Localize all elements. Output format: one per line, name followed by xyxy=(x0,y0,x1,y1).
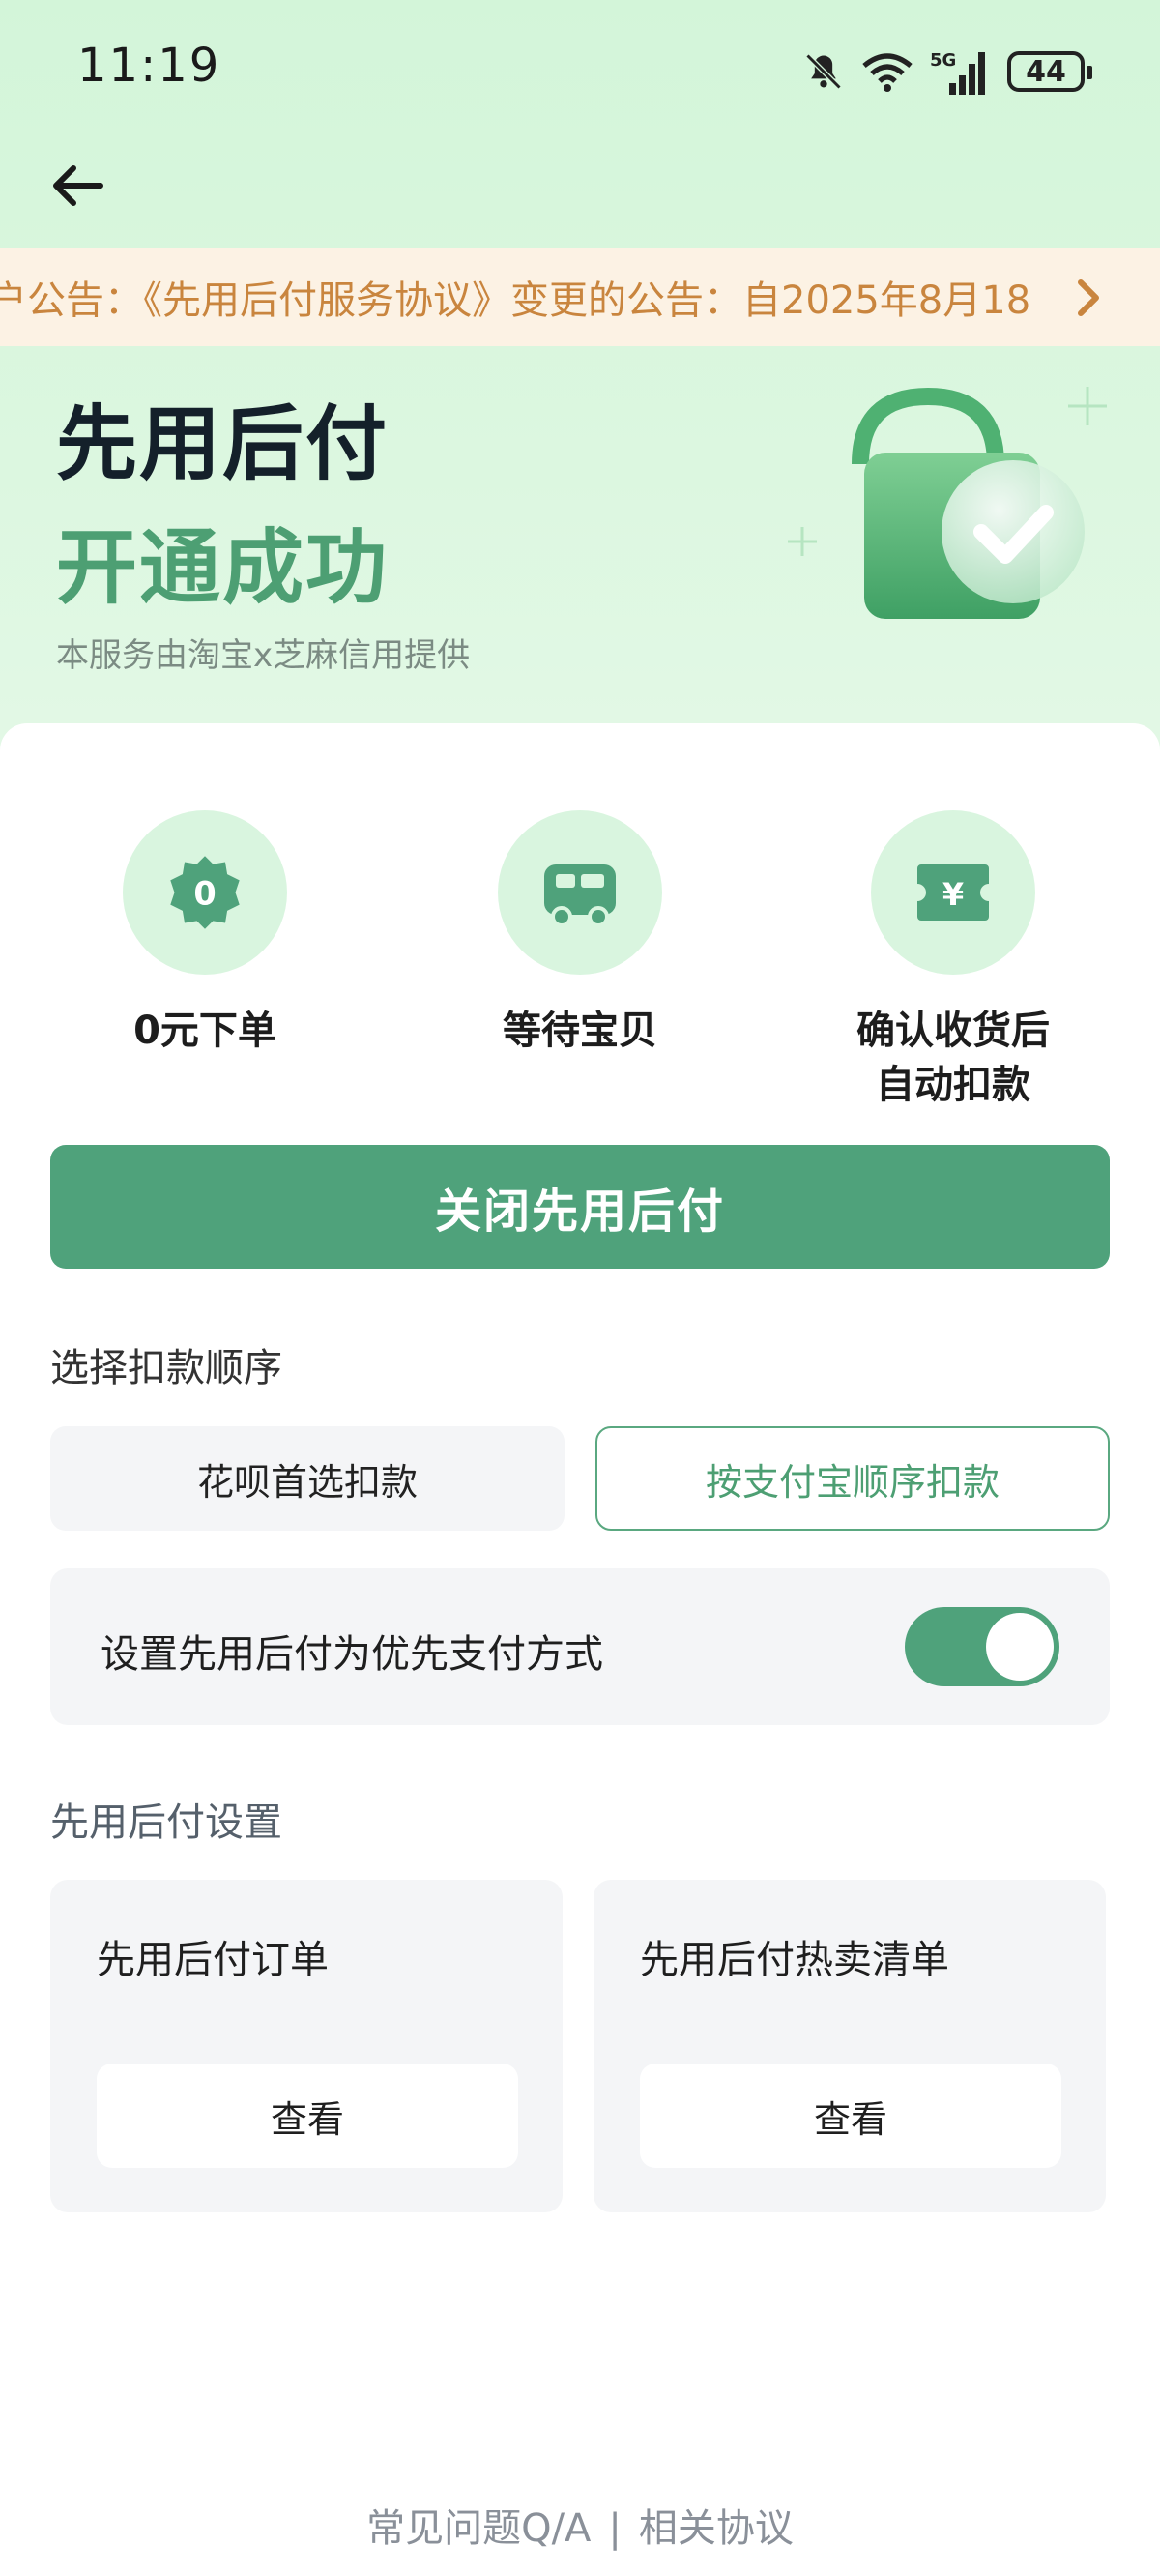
arrow-left-icon xyxy=(53,165,103,206)
feature-icon-circle xyxy=(498,810,662,975)
svg-text:0: 0 xyxy=(193,875,216,913)
chevron-right-icon xyxy=(1078,279,1099,316)
agreement-link[interactable]: 相关协议 xyxy=(639,2506,794,2551)
status-time: 11:19 xyxy=(77,39,221,93)
provider-note: 本服务由淘宝x芝麻信用提供 xyxy=(56,636,471,675)
truck-icon xyxy=(544,864,616,927)
tile-title: 先用后付订单 xyxy=(97,1938,329,1982)
shopping-bag-check-icon xyxy=(788,387,1107,619)
orders-tile: 先用后付订单 查看 xyxy=(50,1880,563,2212)
feature-auto-deduct: ¥ 确认收货后 自动扣款 xyxy=(827,810,1079,1112)
feature-icon-circle: 0 xyxy=(123,810,287,975)
huabei-first-option[interactable]: 花呗首选扣款 xyxy=(50,1426,565,1531)
feature-zero-order: 0 0元下单 xyxy=(79,810,331,1058)
tile-title: 先用后付热卖清单 xyxy=(640,1938,949,1982)
status-bar: 11:19 5G 44 xyxy=(0,0,1160,135)
battery-level: 44 xyxy=(1026,54,1066,89)
alipay-order-option[interactable]: 按支付宝顺序扣款 xyxy=(595,1426,1110,1531)
close-service-button[interactable]: 关闭先用后付 xyxy=(50,1145,1110,1269)
footer-links: 常见问题Q/A | 相关协议 xyxy=(0,2497,1160,2553)
preferred-payment-toggle[interactable] xyxy=(905,1607,1059,1686)
feature-icon-circle: ¥ xyxy=(871,810,1035,975)
preferred-payment-label: 设置先用后付为优先支付方式 xyxy=(101,1632,603,1677)
toggle-knob xyxy=(986,1613,1054,1681)
back-button[interactable] xyxy=(46,155,108,217)
signal-5g-icon: 5G xyxy=(930,50,985,95)
announcement-text: 户公告：《先用后付服务协议》变更的公告：自2025年8月18 xyxy=(0,278,1031,323)
success-heading: 开通成功 xyxy=(56,520,390,615)
deduction-order-label: 选择扣款顺序 xyxy=(50,1346,282,1390)
wifi-icon xyxy=(862,53,913,92)
status-icons: 5G 44 xyxy=(802,43,1092,101)
yen-ticket-icon: ¥ xyxy=(917,864,989,921)
feature-label: 确认收货后 自动扣款 xyxy=(856,1009,1050,1107)
announcement-banner[interactable]: 户公告：《先用后付服务协议》变更的公告：自2025年8月18 xyxy=(0,248,1160,346)
faq-link[interactable]: 常见问题Q/A xyxy=(366,2506,591,2551)
feature-wait-item: 等待宝贝 xyxy=(454,810,706,1058)
mute-bell-icon xyxy=(805,53,842,90)
page-title: 先用后付 xyxy=(56,396,390,491)
feature-label: 等待宝贝 xyxy=(503,1009,657,1053)
view-hot-list-button[interactable]: 查看 xyxy=(640,2064,1061,2168)
svg-text:5G: 5G xyxy=(930,50,956,71)
footer-separator: | xyxy=(608,2506,622,2551)
feature-label: 0元下单 xyxy=(133,1009,276,1053)
hot-list-tile: 先用后付热卖清单 查看 xyxy=(594,1880,1106,2212)
settings-section-label: 先用后付设置 xyxy=(50,1800,282,1845)
preferred-payment-row: 设置先用后付为优先支付方式 xyxy=(50,1568,1110,1725)
view-orders-button[interactable]: 查看 xyxy=(97,2064,518,2168)
svg-text:¥: ¥ xyxy=(942,876,964,913)
zero-badge-icon: 0 xyxy=(170,856,240,929)
battery-icon: 44 xyxy=(1007,51,1092,92)
